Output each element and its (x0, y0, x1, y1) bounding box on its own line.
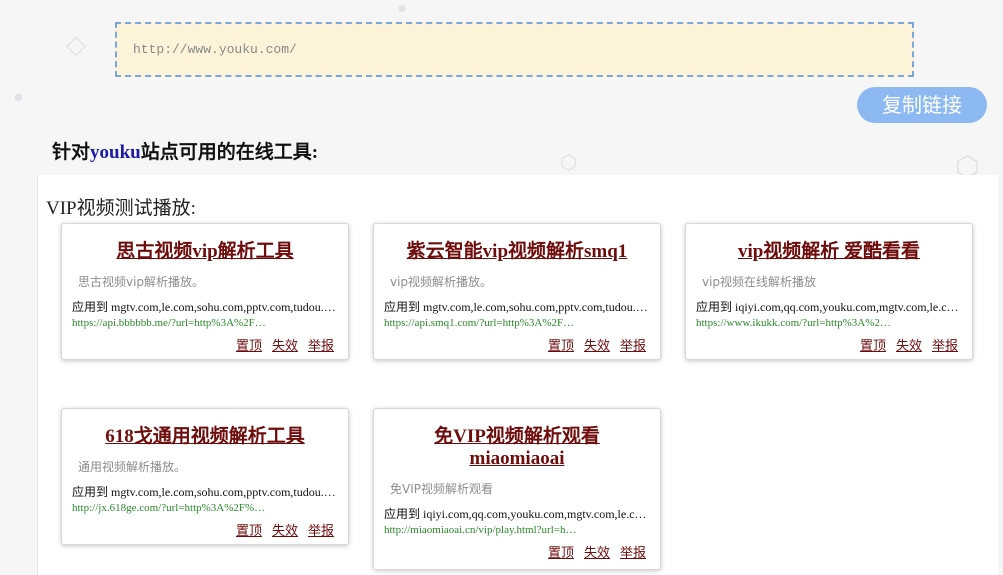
heading-prefix: 针对 (52, 142, 91, 163)
tool-card: vip视频解析 爱酷看看 vip视频在线解析播放 应用到 iqiyi.com,q… (685, 223, 973, 360)
pin-top-link[interactable]: 置顶 (548, 545, 574, 560)
mark-invalid-link[interactable]: 失效 (584, 338, 610, 353)
tool-card-url[interactable]: https://api.smq1.com/?url=http%3A%2F… (384, 317, 650, 329)
tool-card: 免VIP视频解析观看miaomiaoai 免VIP视频解析观看 应用到 iqiy… (373, 408, 661, 570)
tool-card-description: vip视频解析播放。 (390, 275, 493, 289)
tool-card-description: 通用视频解析播放。 (78, 460, 187, 474)
url-input[interactable] (117, 24, 912, 75)
report-link[interactable]: 举报 (932, 338, 958, 353)
tool-card-applies-to: 应用到 mgtv.com,le.com,sohu.com,pptv.com,tu… (384, 300, 648, 314)
tool-card: 思古视频vip解析工具 思古视频vip解析播放。 应用到 mgtv.com,le… (61, 223, 349, 360)
tool-card-applies-to: 应用到 mgtv.com,le.com,sohu.com,pptv.com,tu… (72, 300, 336, 314)
report-link[interactable]: 举报 (620, 545, 646, 560)
report-link[interactable]: 举报 (620, 338, 646, 353)
mark-invalid-link[interactable]: 失效 (584, 545, 610, 560)
background-dot-icon: ● (398, 4, 406, 14)
heading-suffix: 站点可用的在线工具: (140, 142, 319, 163)
tool-card-url[interactable]: http://jx.618ge.com/?url=http%3A%2F%… (72, 502, 338, 514)
report-link[interactable]: 举报 (308, 523, 334, 538)
tool-card-title[interactable]: 思古视频vip解析工具 (62, 241, 348, 263)
pin-top-link[interactable]: 置顶 (236, 523, 262, 538)
pin-top-link[interactable]: 置顶 (236, 338, 262, 353)
tool-card-title[interactable]: 免VIP视频解析观看miaomiaoai (374, 426, 660, 470)
tool-card-description: 免VIP视频解析观看 (390, 482, 493, 496)
copy-link-button[interactable]: 复制链接 (857, 87, 987, 123)
tool-card-applies-to: 应用到 iqiyi.com,qq.com,youku.com,mgtv.com,… (384, 507, 647, 521)
heading-site-name: youku (90, 142, 141, 163)
mark-invalid-link[interactable]: 失效 (272, 523, 298, 538)
tool-card: 618戈通用视频解析工具 通用视频解析播放。 应用到 mgtv.com,le.c… (61, 408, 349, 545)
pin-top-link[interactable]: 置顶 (548, 338, 574, 353)
section-title: VIP视频测试播放: (46, 198, 196, 219)
tool-card-applies-to: 应用到 iqiyi.com,qq.com,youku.com,mgtv.com,… (696, 300, 959, 314)
tool-card-actions: 置顶 失效 举报 (62, 520, 334, 540)
tool-card-applies-to: 应用到 mgtv.com,le.com,sohu.com,pptv.com,tu… (72, 485, 336, 499)
tool-card-actions: 置顶 失效 举报 (686, 335, 958, 355)
tool-card-title[interactable]: 618戈通用视频解析工具 (62, 426, 348, 448)
tool-card: 紫云智能vip视频解析smq1 vip视频解析播放。 应用到 mgtv.com,… (373, 223, 661, 360)
tool-card-actions: 置顶 失效 举报 (62, 335, 334, 355)
tool-card-title[interactable]: 紫云智能vip视频解析smq1 (374, 241, 660, 263)
pin-top-link[interactable]: 置顶 (860, 338, 886, 353)
background-diamond-icon: ◇ (66, 30, 86, 60)
tool-card-description: 思古视频vip解析播放。 (78, 275, 205, 289)
tool-card-title[interactable]: vip视频解析 爱酷看看 (686, 241, 972, 263)
url-box (115, 22, 914, 77)
page-heading: 针对youku站点可用的在线工具: (52, 137, 318, 164)
tool-card-url[interactable]: https://www.ikukk.com/?url=http%3A%2… (696, 317, 962, 329)
background-hexagon-icon: ⬡ (560, 150, 578, 174)
mark-invalid-link[interactable]: 失效 (272, 338, 298, 353)
tool-card-url[interactable]: http://miaomiaoai.cn/vip/play.html?url=h… (384, 524, 650, 536)
tool-card-actions: 置顶 失效 举报 (374, 335, 646, 355)
tool-card-url[interactable]: https://api.bbbbbb.me/?url=http%3A%2F… (72, 317, 338, 329)
background-dot-icon: ● (14, 92, 23, 103)
mark-invalid-link[interactable]: 失效 (896, 338, 922, 353)
report-link[interactable]: 举报 (308, 338, 334, 353)
tool-card-description: vip视频在线解析播放 (702, 275, 817, 289)
tool-card-actions: 置顶 失效 举报 (374, 542, 646, 562)
